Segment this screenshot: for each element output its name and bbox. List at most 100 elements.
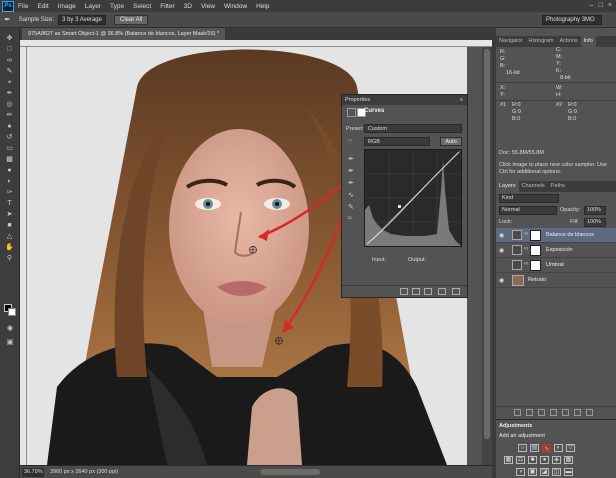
channel-select[interactable]: RGB	[364, 137, 430, 146]
color-lookup-icon[interactable]: ▩	[564, 456, 573, 464]
gradient-map-icon[interactable]: ▬	[564, 468, 573, 476]
menu-file[interactable]: File	[18, 3, 28, 10]
new-adjustment-icon[interactable]	[550, 409, 557, 416]
layer-mask-thumbnail[interactable]	[530, 230, 541, 241]
menu-type[interactable]: Type	[110, 3, 124, 10]
brush-tool-icon[interactable]: ✏	[3, 111, 17, 121]
chain-link-icon[interactable]: ∞	[524, 231, 528, 237]
pencil-curve-icon[interactable]: ✎	[348, 203, 354, 211]
layer-mask-thumbnail[interactable]	[530, 245, 541, 256]
new-layer-icon[interactable]	[574, 409, 581, 416]
move-tool-icon[interactable]: ✥	[3, 34, 17, 44]
selective-color-icon[interactable]: ◫	[552, 468, 561, 476]
tab-actions[interactable]: Actions	[557, 36, 581, 47]
layer-filter-select[interactable]: Kind	[499, 194, 559, 203]
posterize-icon[interactable]: ▣	[528, 468, 537, 476]
tab-info[interactable]: Info	[580, 36, 596, 47]
layer-row[interactable]: ◉ ∞ Exposición	[496, 243, 616, 258]
vertical-scroll-thumb[interactable]	[484, 49, 490, 439]
document-tab[interactable]: 975A9627 as Smart Object-1 @ 36.8% (Bala…	[22, 28, 226, 40]
tab-paths[interactable]: Paths	[548, 181, 568, 192]
trash-icon[interactable]	[586, 409, 593, 416]
curves-graph[interactable]	[364, 149, 462, 247]
dodge-tool-icon[interactable]: ◐	[3, 177, 17, 187]
vertical-scrollbar[interactable]	[482, 47, 492, 465]
menu-help[interactable]: Help	[256, 3, 269, 10]
white-point-eyedropper-icon[interactable]: ✒	[348, 179, 354, 187]
properties-panel-header[interactable]: Properties ≡	[342, 95, 467, 105]
hue-saturation-icon[interactable]: ▦	[504, 456, 513, 464]
3d-tool-icon[interactable]: △	[3, 232, 17, 242]
menu-view[interactable]: View	[201, 3, 215, 10]
shape-tool-icon[interactable]: ■	[3, 221, 17, 231]
tab-navigator[interactable]: Navigator	[496, 36, 526, 47]
menu-filter[interactable]: Filter	[160, 3, 174, 10]
menu-window[interactable]: Window	[224, 3, 247, 10]
eyedropper-tool-icon[interactable]: ✒	[4, 15, 11, 24]
chain-link-icon[interactable]: ∞	[524, 261, 528, 267]
eyedropper-tool-icon[interactable]: ✒	[3, 89, 17, 99]
sample-size-select[interactable]: 3 by 3 Average	[58, 14, 106, 25]
clone-stamp-tool-icon[interactable]: ♠	[3, 122, 17, 132]
brightness-contrast-icon[interactable]: ☼	[518, 444, 527, 452]
invert-icon[interactable]: ◑	[516, 468, 525, 476]
threshold-icon[interactable]: ◪	[540, 468, 549, 476]
menu-select[interactable]: Select	[133, 3, 151, 10]
hand-tool-icon[interactable]: ✋	[3, 243, 17, 253]
blur-tool-icon[interactable]: ●	[3, 166, 17, 176]
path-select-tool-icon[interactable]: ➤	[3, 210, 17, 220]
panel-menu-icon[interactable]: ≡	[460, 95, 463, 105]
zoom-tool-icon[interactable]: ⚲	[3, 254, 17, 264]
marquee-tool-icon[interactable]: □	[3, 45, 17, 55]
visibility-eye-icon[interactable]: ◉	[499, 277, 504, 284]
eraser-tool-icon[interactable]: ▭	[3, 144, 17, 154]
minimize-icon[interactable]: –	[590, 2, 594, 9]
quick-select-tool-icon[interactable]: ✎	[3, 67, 17, 77]
add-mask-icon[interactable]	[538, 409, 545, 416]
exposure-icon[interactable]: ◐	[554, 444, 563, 452]
vibrance-icon[interactable]: ▽	[566, 444, 575, 452]
gradient-tool-icon[interactable]: ▩	[3, 155, 17, 165]
crop-tool-icon[interactable]: ⌖	[3, 78, 17, 88]
tab-channels[interactable]: Channels	[519, 181, 548, 192]
pen-tool-icon[interactable]: ✑	[3, 188, 17, 198]
type-tool-icon[interactable]: T	[3, 199, 17, 209]
screen-mode-icon[interactable]: ▣	[3, 338, 17, 348]
trash-icon[interactable]	[452, 288, 460, 295]
visibility-eye-icon[interactable]: ◉	[499, 247, 504, 254]
tab-histogram[interactable]: Histogram	[526, 36, 557, 47]
black-white-icon[interactable]: ■	[528, 456, 537, 464]
black-point-eyedropper-icon[interactable]: ✒	[348, 155, 354, 163]
workspace-select[interactable]: Photography 3MO	[542, 15, 602, 25]
fill-input[interactable]: 100%	[584, 218, 606, 227]
maximize-icon[interactable]: □	[599, 2, 603, 9]
curve-edit-icon[interactable]: ∿	[348, 191, 354, 199]
quick-mask-icon[interactable]: ◉	[3, 324, 17, 334]
menu-3d[interactable]: 3D	[184, 3, 192, 10]
clip-to-layer-icon[interactable]	[400, 288, 408, 295]
menu-image[interactable]: Image	[58, 3, 76, 10]
horizontal-scroll-thumb[interactable]	[260, 469, 320, 475]
lasso-tool-icon[interactable]: ∞	[3, 56, 17, 66]
color-balance-icon[interactable]: ⚖	[516, 456, 525, 464]
levels-icon[interactable]: ▤	[530, 444, 539, 452]
preset-select[interactable]: Custom	[364, 124, 462, 133]
view-previous-icon[interactable]	[412, 288, 420, 295]
blend-mode-select[interactable]: Normal	[499, 206, 557, 215]
close-icon[interactable]: ×	[608, 2, 612, 9]
reset-icon[interactable]	[424, 288, 432, 295]
layer-row[interactable]: ◉ ∞ Balance de blancos	[496, 228, 616, 243]
chain-link-icon[interactable]: ∞	[524, 246, 528, 252]
opacity-input[interactable]: 100%	[584, 206, 606, 215]
tab-layers[interactable]: Layers	[496, 181, 519, 192]
photo-filter-icon[interactable]: ●	[540, 456, 549, 464]
background-color-swatch[interactable]	[8, 308, 16, 316]
clear-all-button[interactable]: Clear All	[113, 14, 149, 25]
channel-mixer-icon[interactable]: ◈	[552, 456, 561, 464]
smooth-curve-icon[interactable]: ≈	[348, 215, 352, 222]
layer-mask-thumbnail[interactable]	[530, 260, 541, 271]
auto-button[interactable]: Auto	[440, 137, 462, 146]
layer-row[interactable]: ○ ∞ Umbral	[496, 258, 616, 273]
new-group-icon[interactable]	[562, 409, 569, 416]
menu-edit[interactable]: Edit	[37, 3, 48, 10]
